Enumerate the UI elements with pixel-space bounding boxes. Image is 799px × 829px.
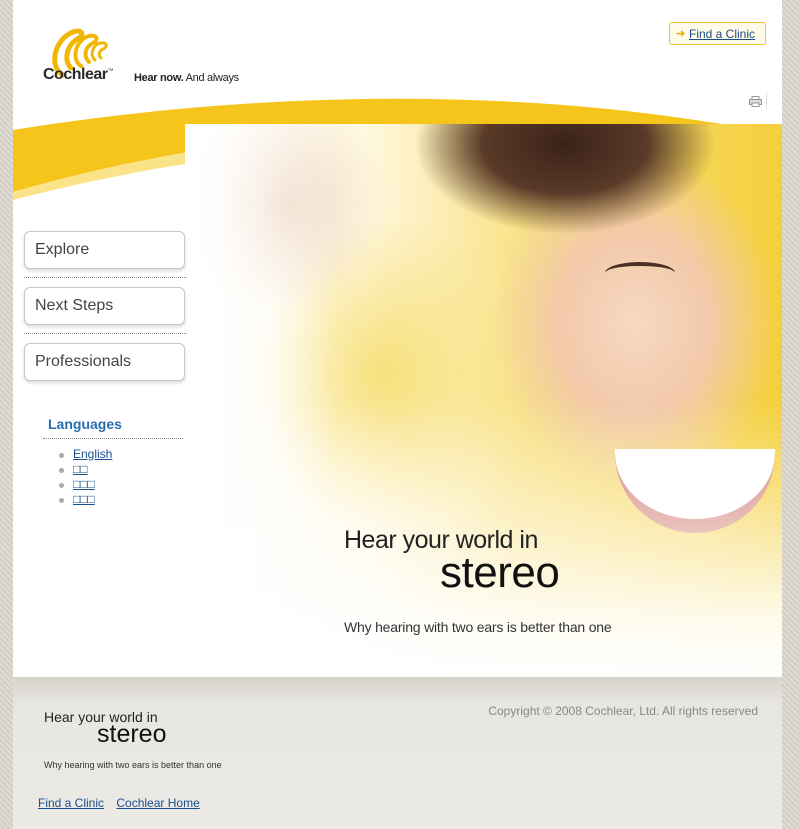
nav-professionals-button[interactable]: Professionals <box>24 343 185 381</box>
nav-explore-button[interactable]: Explore <box>24 231 185 269</box>
hero-headline-emphasis: stereo <box>440 548 560 597</box>
nav-separator <box>24 277 187 278</box>
page: Cochlear™ Hear now. And always ➔ Find a … <box>13 0 782 829</box>
main-panel: Cochlear™ Hear now. And always ➔ Find a … <box>13 0 782 677</box>
language-link[interactable]: □□□ <box>73 477 95 491</box>
trademark: ™ <box>107 68 113 75</box>
language-link-english[interactable]: English <box>73 447 112 461</box>
languages-separator <box>43 438 183 439</box>
arrow-right-icon: ➔ <box>676 28 686 40</box>
footer-cochlear-home-link[interactable]: Cochlear Home <box>116 796 199 810</box>
nav-next-steps-button[interactable]: Next Steps <box>24 287 185 325</box>
language-item: □□ <box>57 462 112 477</box>
language-item: English <box>57 447 112 462</box>
find-clinic-label: Find a Clinic <box>689 27 756 41</box>
footer-subheadline: Why hearing with two ears is better than… <box>44 760 222 770</box>
language-item: □□□ <box>57 477 112 492</box>
languages-list: English □□ □□□ □□□ <box>57 447 112 507</box>
hero-subheadline: Why hearing with two ears is better than… <box>344 619 612 635</box>
tagline-bold: Hear now. <box>134 72 184 84</box>
language-item: □□□ <box>57 492 112 507</box>
footer-find-clinic-link[interactable]: Find a Clinic <box>38 796 104 810</box>
languages-heading: Languages <box>48 416 122 432</box>
brand-name: Cochlear™ <box>43 66 113 84</box>
tagline-rest: And always <box>183 72 240 84</box>
nav-separator <box>24 333 187 334</box>
copyright-text: Copyright © 2008 Cochlear, Ltd. All righ… <box>488 704 758 718</box>
brand-name-text: Cochlear <box>43 66 108 83</box>
brand-tagline: Hear now. And always <box>134 72 239 84</box>
find-clinic-button[interactable]: ➔ Find a Clinic <box>669 22 766 45</box>
footer: Hear your world in stereo Why hearing wi… <box>13 677 782 829</box>
footer-headline-emphasis: stereo <box>97 720 167 748</box>
language-link[interactable]: □□□ <box>73 492 95 506</box>
footer-links: Find a Clinic Cochlear Home <box>38 796 209 810</box>
language-link[interactable]: □□ <box>73 462 88 476</box>
